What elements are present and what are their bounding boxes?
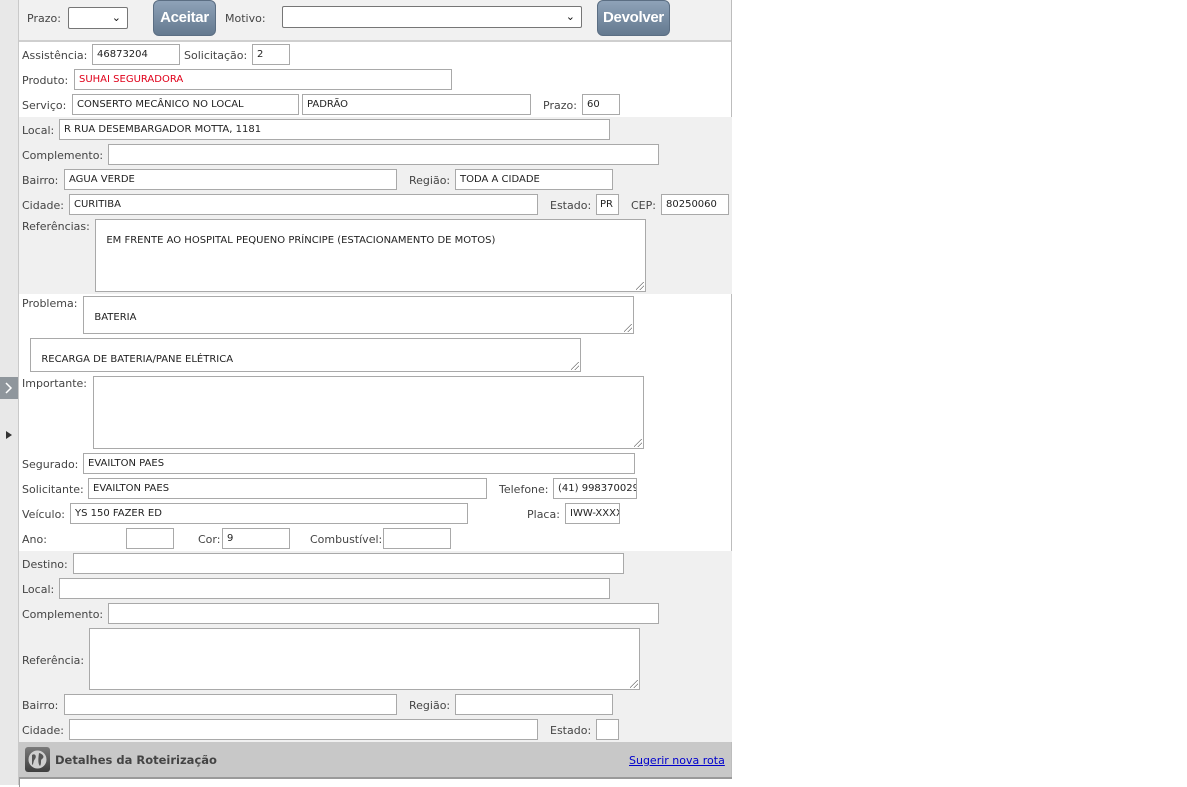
collapse-arrow-button[interactable]: [3, 428, 15, 442]
combustivel-field[interactable]: [383, 528, 451, 549]
cidade-field[interactable]: CURITIBA: [69, 194, 538, 215]
triangle-right-icon: [6, 431, 12, 439]
veiculo-label: Veículo:: [22, 508, 66, 521]
destino-regiao-field[interactable]: [455, 694, 613, 715]
ano-field[interactable]: [126, 528, 174, 549]
complemento-label: Complemento:: [22, 149, 104, 162]
destino-referencia-textarea[interactable]: [89, 628, 640, 690]
placa-label: Placa:: [527, 508, 560, 521]
servico-prazo-label: Prazo:: [543, 99, 577, 112]
cidade-label: Cidade:: [22, 199, 64, 212]
chevron-down-icon: ⌄: [565, 10, 575, 23]
problema-textarea[interactable]: BATERIA: [83, 296, 634, 334]
motivo-label: Motivo:: [225, 12, 266, 25]
resize-grip-icon[interactable]: [634, 439, 642, 447]
referencias-label: Referências:: [22, 220, 90, 233]
resize-grip-icon[interactable]: [630, 680, 638, 688]
chevron-right-icon: [5, 382, 13, 394]
combustivel-label: Combustível:: [310, 533, 383, 546]
destino-bairro-field[interactable]: [64, 694, 397, 715]
produto-label: Produto:: [22, 74, 69, 87]
destino-field[interactable]: [73, 553, 624, 574]
destino-local-label: Local:: [22, 583, 55, 596]
prazo-filter-label: Prazo:: [27, 12, 61, 25]
solicitante-label: Solicitante:: [22, 483, 84, 496]
telefone-field[interactable]: (41) 998370029: [553, 478, 637, 499]
cor-field[interactable]: 9: [222, 528, 290, 549]
importante-label: Importante:: [22, 377, 88, 390]
assistencia-label: Assistência:: [22, 49, 88, 62]
cep-label: CEP:: [631, 199, 656, 212]
destino-complemento-field[interactable]: [108, 603, 659, 624]
produto-field[interactable]: SUHAI SEGURADORA: [74, 69, 452, 90]
destino-bairro-label: Bairro:: [22, 699, 59, 712]
motivo-select[interactable]: ⌄: [282, 6, 582, 28]
placa-field[interactable]: IWW-XXXX: [565, 503, 620, 524]
local-label: Local:: [22, 124, 55, 137]
prazo-select[interactable]: ⌄: [68, 7, 128, 29]
importante-textarea[interactable]: [93, 376, 644, 449]
cor-label: Cor:: [198, 533, 221, 546]
expand-panel-button[interactable]: [0, 377, 18, 399]
solicitacao-label: Solicitação:: [184, 49, 248, 62]
solicitacao-field[interactable]: 2: [252, 44, 290, 65]
resize-grip-icon[interactable]: [571, 362, 579, 370]
assistencia-field[interactable]: 46873204: [92, 44, 180, 65]
servico-prazo-field[interactable]: 60: [582, 94, 620, 115]
cep-field[interactable]: 80250060: [661, 194, 729, 215]
problema-label: Problema:: [22, 297, 78, 310]
local-field[interactable]: R RUA DESEMBARGADOR MOTTA, 1181: [59, 119, 610, 140]
referencias-text: EM FRENTE AO HOSPITAL PEQUENO PRÍNCIPE (…: [106, 235, 496, 246]
routing-title: Detalhes da Roteirização: [55, 753, 217, 767]
accept-button[interactable]: Aceitar: [153, 0, 216, 36]
routing-content: [19, 777, 732, 787]
ano-label: Ano:: [22, 533, 47, 546]
bairro-field[interactable]: AGUA VERDE: [64, 169, 397, 190]
chevron-down-icon: ⌄: [111, 11, 121, 24]
veiculo-field[interactable]: YS 150 FAZER ED: [70, 503, 468, 524]
destino-estado-field[interactable]: [596, 719, 619, 740]
segurado-label: Segurado:: [22, 458, 79, 471]
referencias-textarea[interactable]: EM FRENTE AO HOSPITAL PEQUENO PRÍNCIPE (…: [95, 219, 646, 292]
resize-grip-icon[interactable]: [636, 282, 644, 290]
problema-text: BATERIA: [94, 312, 137, 323]
regiao-field[interactable]: TODA A CIDADE: [455, 169, 613, 190]
segurado-field[interactable]: EVAILTON PAES: [83, 453, 635, 474]
servico-label: Serviço:: [22, 99, 67, 112]
destino-label: Destino:: [22, 558, 68, 571]
servico-tipo-field[interactable]: PADRÃO: [302, 94, 531, 115]
solicitante-field[interactable]: EVAILTON PAES: [88, 478, 487, 499]
destino-complemento-label: Complemento:: [22, 608, 104, 621]
destino-local-field[interactable]: [59, 578, 610, 599]
telefone-label: Telefone:: [499, 483, 549, 496]
return-button[interactable]: Devolver: [597, 0, 670, 36]
suggest-route-link[interactable]: Sugerir nova rota: [629, 754, 725, 767]
destino-cidade-label: Cidade:: [22, 724, 64, 737]
estado-field[interactable]: PR: [596, 194, 619, 215]
destino-cidade-field[interactable]: [69, 719, 538, 740]
destino-regiao-label: Região:: [409, 699, 451, 712]
globe-icon: [25, 747, 50, 772]
destino-referencia-label: Referência:: [22, 654, 85, 667]
problema-detalhe-text: RECARGA DE BATERIA/PANE ELÉTRICA: [41, 354, 234, 365]
complemento-field[interactable]: [108, 144, 659, 165]
destino-estado-label: Estado:: [550, 724, 592, 737]
regiao-label: Região:: [409, 174, 451, 187]
servico-field[interactable]: CONSERTO MECÂNICO NO LOCAL: [72, 94, 299, 115]
problema-detalhe-textarea[interactable]: RECARGA DE BATERIA/PANE ELÉTRICA: [30, 338, 581, 372]
resize-grip-icon[interactable]: [624, 324, 632, 332]
estado-label: Estado:: [550, 199, 592, 212]
bairro-label: Bairro:: [22, 174, 59, 187]
